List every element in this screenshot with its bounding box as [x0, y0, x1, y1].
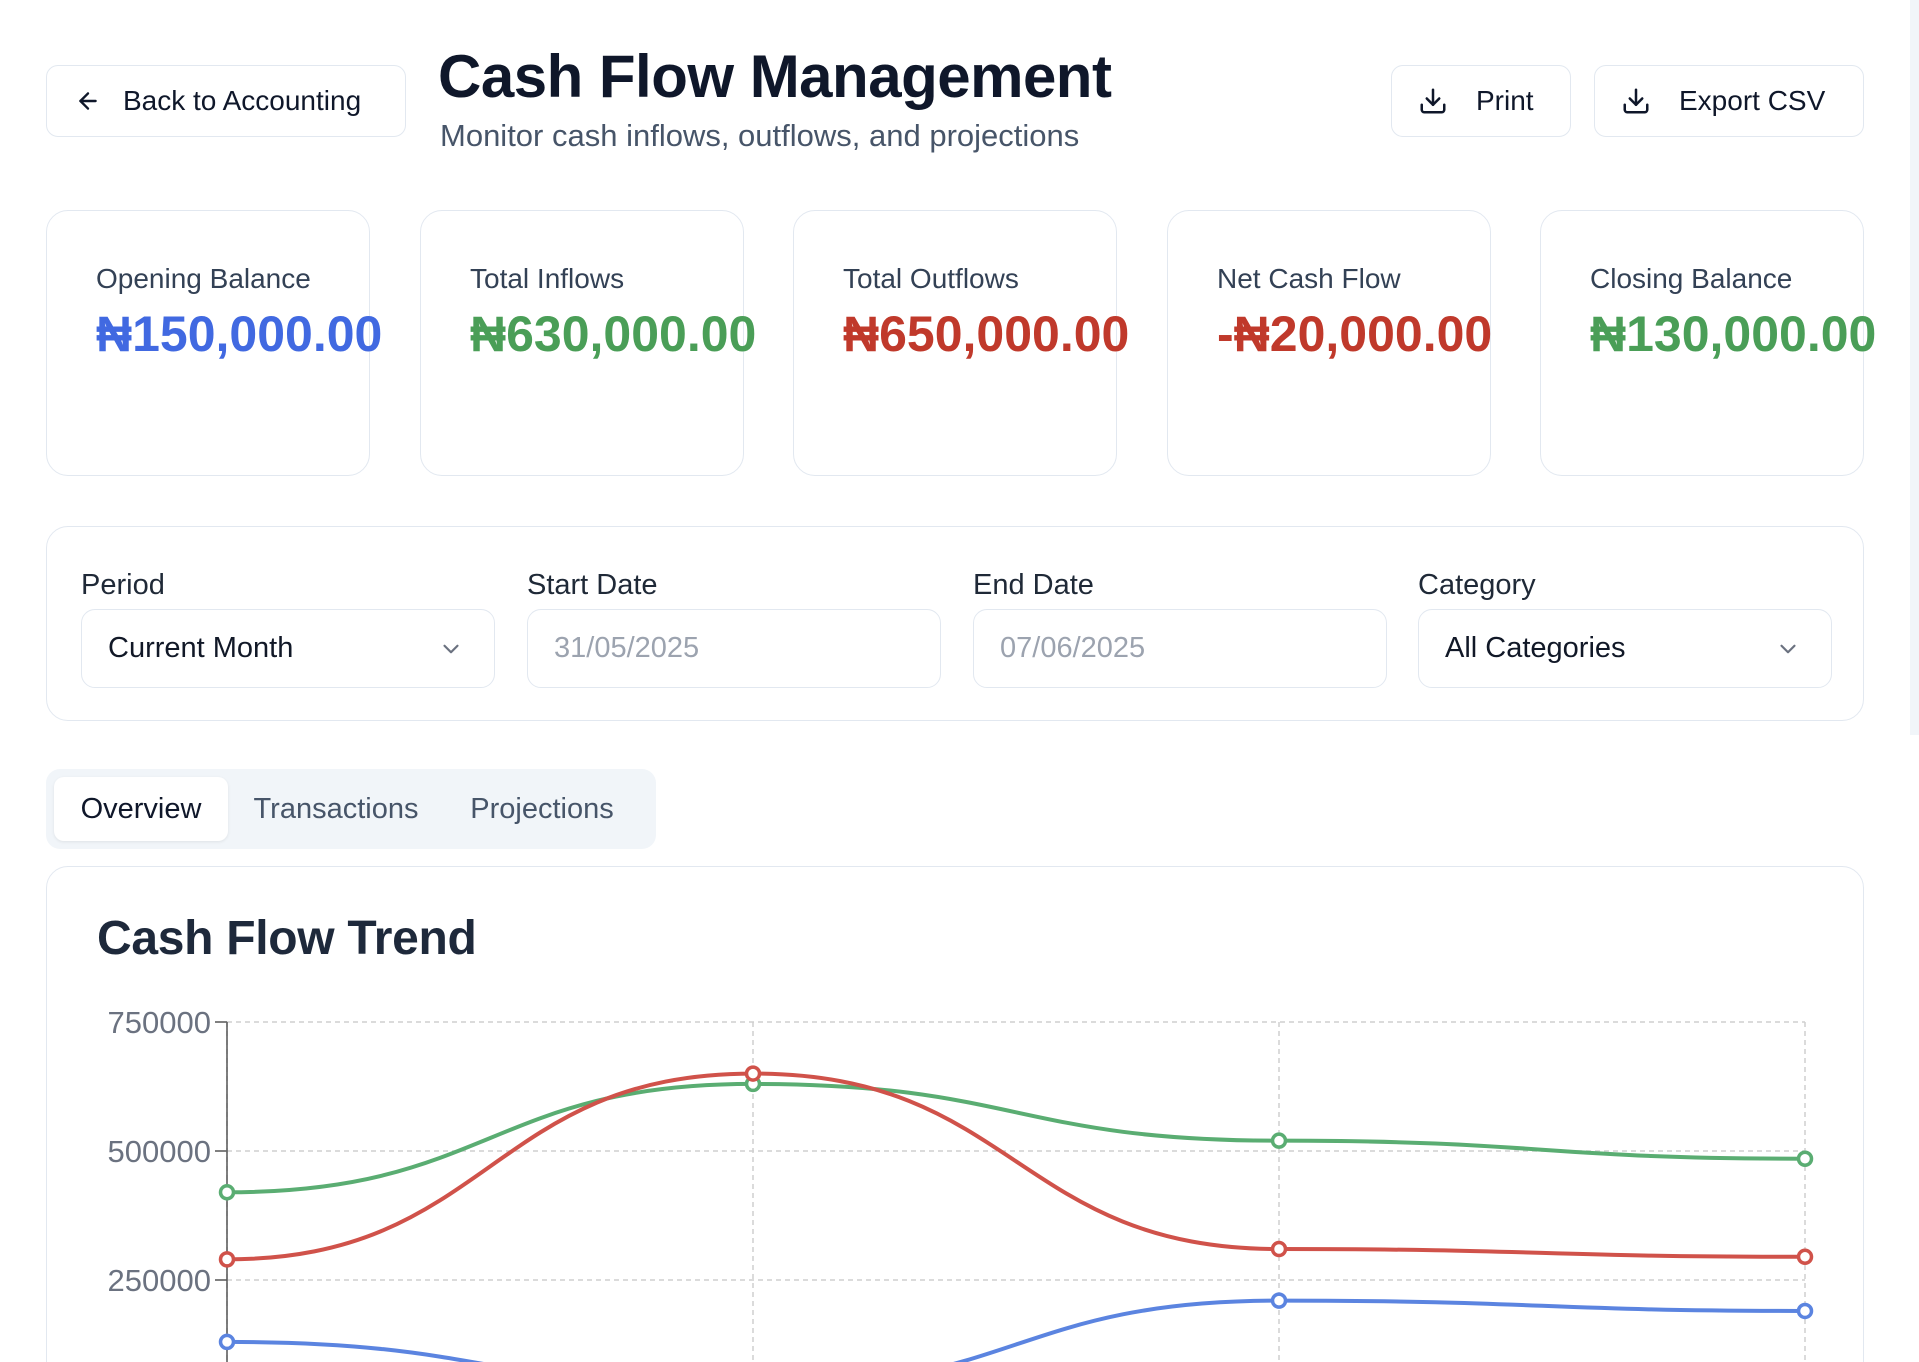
category-select-value: All Categories — [1445, 632, 1626, 664]
stat-value: -₦20,000.00 — [1217, 306, 1493, 362]
data-point — [1270, 1292, 1288, 1309]
data-point — [1796, 1248, 1814, 1266]
back-button-label: Back to Accounting — [123, 85, 362, 116]
total-inflows-card: Total Inflows ₦630,000.00 — [420, 210, 756, 476]
opening-balance-card: Opening Balance ₦150,000.00 — [46, 210, 382, 476]
view-tabs: Overview Transactions Projections — [46, 769, 656, 849]
start-date-input[interactable]: 31/05/2025 — [527, 609, 941, 688]
data-point — [744, 1065, 762, 1082]
page-scrollbar[interactable] — [1910, 0, 1919, 735]
page-subtitle: Monitor cash inflows, outflows, and proj… — [440, 118, 1080, 153]
series-line-0 — [226, 1081, 1806, 1195]
filter-panel: Period Current Month Start Date 31/05/20… — [46, 526, 1864, 721]
data-point — [1270, 1132, 1288, 1149]
end-date-input[interactable]: 07/06/2025 — [973, 609, 1387, 688]
stat-label: Opening Balance — [96, 263, 311, 294]
data-point — [218, 1333, 236, 1351]
chevron-down-icon — [1780, 644, 1796, 654]
series-line-2 — [226, 1298, 1806, 1362]
print-button-label: Print — [1476, 85, 1534, 116]
total-outflows-card: Total Outflows ₦650,000.00 — [793, 210, 1129, 476]
category-select[interactable]: All Categories — [1418, 609, 1832, 688]
end-date-value: 07/06/2025 — [1000, 632, 1146, 664]
cash-flow-trend-chart: 750000 500000 250000 — [108, 1005, 1814, 1362]
chevron-down-icon — [443, 644, 459, 654]
stat-value: ₦630,000.00 — [470, 306, 757, 362]
end-date-label: End Date — [973, 569, 1094, 601]
closing-balance-card: Closing Balance ₦130,000.00 — [1540, 210, 1876, 476]
print-button[interactable]: Print — [1391, 65, 1571, 137]
arrow-left-icon — [79, 92, 97, 110]
page-title: Cash Flow Management — [438, 43, 1112, 110]
data-point — [1796, 1302, 1814, 1320]
stat-label: Total Inflows — [470, 263, 625, 294]
tab-overview[interactable]: Overview — [54, 777, 228, 841]
data-point — [218, 1251, 236, 1268]
net-cash-flow-card: Net Cash Flow -₦20,000.00 — [1167, 210, 1492, 476]
download-icon — [1420, 88, 1446, 114]
stat-label: Total Outflows — [843, 263, 1019, 294]
tab-projections[interactable]: Projections — [444, 777, 640, 841]
download-icon — [1623, 88, 1649, 114]
y-tick-label: 250000 — [108, 1263, 211, 1298]
y-tick-label: 750000 — [108, 1005, 211, 1040]
tab-transactions[interactable]: Transactions — [236, 777, 436, 841]
data-point — [218, 1184, 236, 1201]
cash-flow-trend-card: Cash Flow Trend 750000 500000 250000 — [46, 866, 1864, 1362]
start-date-value: 31/05/2025 — [554, 632, 700, 664]
stat-value: ₦650,000.00 — [843, 306, 1130, 362]
period-label: Period — [81, 569, 165, 601]
period-select-value: Current Month — [108, 632, 294, 664]
data-point — [1270, 1240, 1288, 1258]
stat-label: Closing Balance — [1590, 263, 1793, 294]
y-tick-label: 500000 — [108, 1134, 211, 1169]
start-date-label: Start Date — [527, 569, 658, 601]
series-line-1 — [226, 1071, 1806, 1262]
back-to-accounting-button[interactable]: Back to Accounting — [46, 65, 406, 137]
stat-label: Net Cash Flow — [1217, 263, 1401, 294]
stat-value: ₦130,000.00 — [1590, 306, 1877, 362]
stat-value: ₦150,000.00 — [96, 306, 383, 362]
period-select[interactable]: Current Month — [81, 609, 495, 688]
export-button-label: Export CSV — [1679, 85, 1826, 116]
category-label: Category — [1418, 569, 1536, 601]
export-csv-button[interactable]: Export CSV — [1594, 65, 1864, 137]
data-point — [1796, 1150, 1814, 1167]
